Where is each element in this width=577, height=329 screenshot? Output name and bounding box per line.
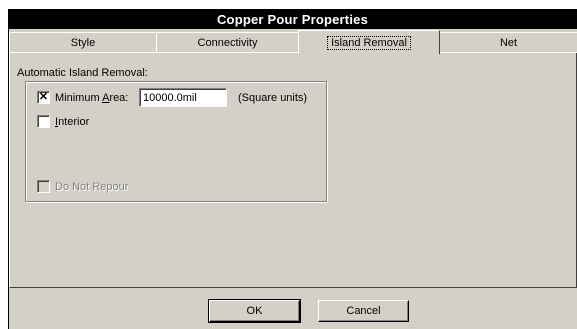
- minimum-area-row: ✕ Minimum Area:: [37, 91, 128, 104]
- do-not-repour-row: Do Not Repour: [37, 180, 128, 193]
- cancel-button-label: Cancel: [346, 305, 381, 317]
- square-units-label: (Square units): [238, 92, 308, 104]
- ok-button[interactable]: OK: [208, 299, 301, 323]
- minimum-area-checkbox[interactable]: ✕: [37, 91, 50, 104]
- do-not-repour-label: Do Not Repour: [55, 180, 129, 193]
- top-strip: [0, 0, 577, 9]
- title-bar[interactable]: Copper Pour Properties: [8, 9, 577, 29]
- check-mark-icon: ✕: [38, 91, 49, 103]
- ok-button-label: OK: [246, 305, 263, 317]
- group-label-automatic-island-removal: Automatic Island Removal:: [17, 67, 148, 79]
- interior-checkbox[interactable]: [37, 115, 50, 128]
- tab-net[interactable]: Net: [439, 32, 577, 53]
- tab-baseline: [9, 52, 577, 53]
- interior-label: Interior: [55, 115, 90, 128]
- tab-connectivity[interactable]: Connectivity: [156, 32, 299, 53]
- minimum-area-label: Minimum Area:: [55, 91, 129, 104]
- left-edge: [0, 9, 8, 329]
- cancel-button[interactable]: Cancel: [318, 300, 409, 322]
- copper-pour-properties-dialog: Copper Pour Properties Style Connectivit…: [0, 0, 577, 329]
- tab-style-label: Style: [70, 37, 96, 49]
- window-title: Copper Pour Properties: [216, 11, 369, 27]
- do-not-repour-checkbox[interactable]: [37, 180, 50, 193]
- tab-island-removal-label: Island Removal: [327, 35, 411, 50]
- tab-strip: Style Connectivity Island Removal Net: [9, 29, 577, 54]
- tab-island-removal[interactable]: Island Removal: [298, 30, 440, 54]
- tab-style[interactable]: Style: [9, 32, 157, 53]
- tab-connectivity-label: Connectivity: [197, 37, 258, 49]
- minimum-area-input[interactable]: [139, 88, 227, 107]
- interior-row: Interior: [37, 115, 89, 128]
- tab-net-label: Net: [499, 37, 518, 49]
